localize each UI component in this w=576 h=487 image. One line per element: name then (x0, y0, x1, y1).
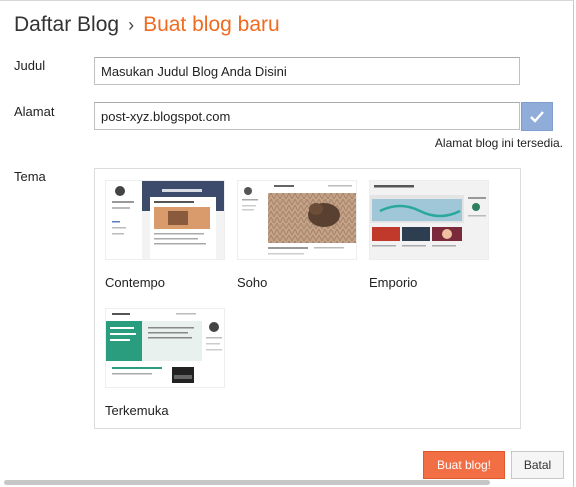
title-label: Judul (14, 58, 46, 73)
breadcrumb-current: Buat blog baru (143, 13, 280, 36)
blog-title-input[interactable] (94, 57, 520, 85)
address-label: Alamat (14, 104, 55, 119)
theme-thumbnail-soho (237, 180, 357, 260)
theme-name-emporio: Emporio (369, 275, 418, 290)
blog-address-input[interactable] (94, 102, 520, 130)
create-blog-button[interactable]: Buat blog! (423, 451, 505, 479)
theme-picker: Contempo Soho Emporio Terkemuka (94, 168, 521, 429)
address-check-button[interactable] (521, 102, 553, 131)
theme-emporio[interactable]: Emporio (369, 180, 489, 290)
theme-thumbnail-contempo (105, 180, 225, 260)
theme-soho[interactable]: Soho (237, 180, 357, 290)
theme-thumbnail-emporio (369, 180, 489, 260)
theme-label: Tema (14, 169, 46, 184)
create-blog-dialog: Daftar Blog › Buat blog baru Judul Alamat … (0, 0, 574, 487)
theme-name-terkemuka: Terkemuka (105, 403, 169, 418)
address-availability-status: Alamat blog ini tersedia. (434, 136, 563, 150)
breadcrumb-root[interactable]: Daftar Blog (14, 13, 119, 36)
breadcrumb-separator-icon: › (128, 15, 135, 35)
theme-name-soho: Soho (237, 275, 268, 290)
page-title: Daftar Blog › Buat blog baru (14, 11, 280, 39)
theme-thumbnail-terkemuka (105, 308, 225, 388)
cancel-button[interactable]: Batal (511, 451, 564, 479)
theme-name-contempo: Contempo (105, 275, 165, 290)
horizontal-scrollbar[interactable] (4, 480, 490, 485)
theme-terkemuka[interactable]: Terkemuka (105, 308, 225, 418)
checkmark-icon (530, 110, 544, 123)
theme-contempo[interactable]: Contempo (105, 180, 225, 290)
